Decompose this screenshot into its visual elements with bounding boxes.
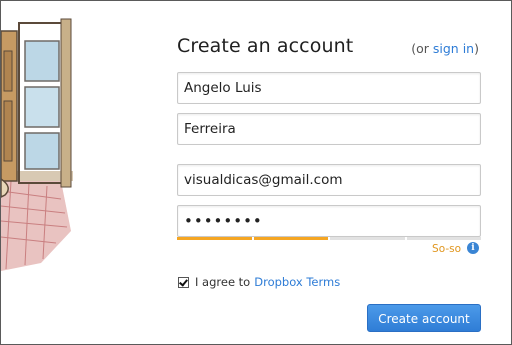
agree-text: I agree to [195, 275, 251, 289]
sign-in-link[interactable]: sign in [433, 41, 474, 56]
strength-segment [330, 237, 405, 240]
signin-prefix: (or [411, 41, 433, 56]
password-field[interactable] [178, 206, 480, 236]
first-name-field-wrapper [177, 72, 481, 104]
agree-checkbox[interactable] [178, 276, 189, 288]
create-account-button[interactable]: Create account [367, 304, 481, 332]
last-name-field-wrapper [177, 113, 481, 145]
page-title: Create an account [177, 35, 354, 57]
strength-segment [406, 237, 481, 240]
signin-suffix: ) [474, 41, 479, 56]
strength-segment [253, 237, 328, 240]
signin-prompt: (or sign in) [411, 41, 479, 56]
password-field-wrapper [177, 205, 481, 237]
info-icon[interactable]: i [467, 242, 479, 254]
last-name-field[interactable] [178, 114, 480, 144]
doorway-illustration [1, 18, 73, 271]
first-name-field[interactable] [178, 73, 480, 103]
email-field[interactable] [178, 165, 480, 195]
signup-panel: Create an account (or sign in) So-so i I… [0, 0, 512, 345]
email-field-wrapper [177, 164, 481, 196]
terms-agreement: I agree to Dropbox Terms [178, 275, 340, 289]
password-strength-label: So-so [432, 243, 461, 255]
dropbox-terms-link[interactable]: Dropbox Terms [254, 275, 340, 289]
password-strength-meter [177, 237, 481, 240]
strength-segment [177, 237, 252, 240]
